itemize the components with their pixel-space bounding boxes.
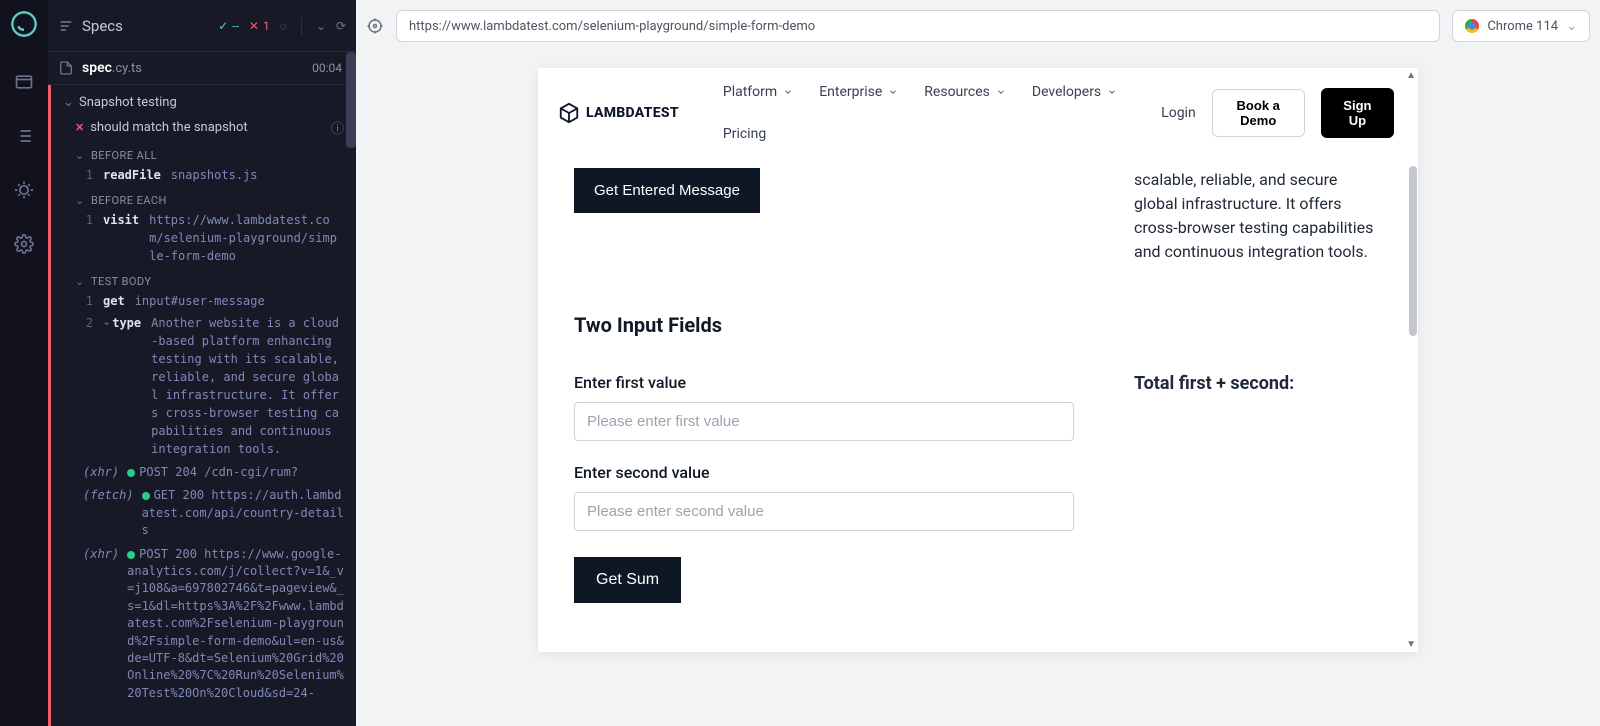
command-row[interactable]: 2 type Another website is a cloud-based … [57,312,350,460]
hook-test-body[interactable]: ⌄ TEST BODY [57,267,350,290]
nav-enterprise[interactable]: Enterprise [819,84,898,100]
chevron-down-icon[interactable]: ⌄ [316,19,326,33]
hook-before-all[interactable]: ⌄ BEFORE ALL [57,141,350,164]
page-right-column: scalable, reliable, and secure global in… [1134,168,1382,603]
fail-count: ✕ 1 [249,19,270,33]
first-value-input[interactable] [574,402,1074,441]
spec-file-row[interactable]: spec.cy.ts 00:04 [48,52,356,85]
xhr-log[interactable]: (fetch) GET 200 https://auth.lambdatest.… [57,483,350,541]
reload-icon[interactable]: ⟳ [336,19,346,33]
reporter-header: Specs ✓ -- ✕ 1 ◌ ⌄ ⟳ [48,0,356,52]
caret-down-icon: ⌄ [75,194,85,207]
caret-down-icon: ⌄ [63,95,73,110]
second-value-label: Enter second value [574,463,1074,482]
nav-developers[interactable]: Developers [1032,84,1117,100]
command-row[interactable]: 1 get input#user-message [57,290,350,312]
window-icon[interactable] [14,72,34,92]
nav-resources[interactable]: Resources [924,84,1006,100]
xhr-log[interactable]: (xhr) POST 204 /cdn-cgi/rum? [57,460,350,483]
nav-right: Login Book a Demo Sign Up [1161,88,1394,138]
chevron-left-icon[interactable] [58,18,74,34]
command-row[interactable]: 1 visit https://www.lambdatest.com/selen… [57,209,350,267]
page-body: Get Entered Message Two Input Fields Ent… [538,150,1418,621]
logo-icon [558,102,580,124]
get-entered-message-button[interactable]: Get Entered Message [574,168,760,213]
page-left-column: Get Entered Message Two Input Fields Ent… [574,168,1074,603]
spec-ext: .cy.ts [112,61,142,76]
fail-icon: ✕ [75,121,84,134]
url-input[interactable]: https://www.lambdatest.com/selenium-play… [396,10,1440,42]
address-bar: https://www.lambdatest.com/selenium-play… [356,0,1600,52]
second-value-input[interactable] [574,492,1074,531]
file-icon [58,60,74,76]
output-paragraph: scalable, reliable, and secure global in… [1134,168,1382,264]
caret-down-icon: ⌄ [75,149,85,162]
chevron-down-icon: ⌄ [1566,19,1577,34]
command-row[interactable]: 1 readFile snapshots.js [57,164,350,186]
xhr-log[interactable]: (xhr) POST 200 https://www.google-analyt… [57,542,350,705]
scrollbar-track[interactable] [1408,86,1418,634]
nav-center: Platform Enterprise Resources Developers… [703,84,1137,142]
pass-count: ✓ -- [218,19,239,33]
signup-button[interactable]: Sign Up [1321,88,1394,138]
two-input-fields-heading: Two Input Fields [574,313,1074,337]
nav-pricing[interactable]: Pricing [723,126,766,142]
spec-duration: 00:04 [312,61,342,75]
bug-icon[interactable] [14,180,34,200]
list-icon[interactable] [14,126,34,146]
login-link[interactable]: Login [1161,105,1196,121]
cypress-icon-rail [0,0,48,726]
chrome-icon [1465,19,1479,33]
scrollbar-thumb[interactable] [1409,166,1417,336]
nav-platform[interactable]: Platform [723,84,793,100]
scroll-up-icon[interactable]: ▲ [1406,70,1416,81]
browser-selector[interactable]: Chrome 114 ⌄ [1452,10,1590,42]
describe-title: Snapshot testing [79,95,177,110]
chevron-down-icon [996,87,1006,97]
test-title: should match the snapshot [90,120,247,135]
chevron-down-icon [888,87,898,97]
scroll-down-icon[interactable]: ▼ [1406,639,1416,650]
get-sum-button[interactable]: Get Sum [574,557,681,603]
test-row[interactable]: ✕ should match the snapshot ⓘ [57,114,350,141]
settings-icon[interactable] [14,234,34,254]
describe-block[interactable]: ⌄ Snapshot testing [57,91,350,114]
aut-viewport: ▲ ▼ LAMBDATEST Platform Ent [356,52,1600,726]
spec-name: spec [82,60,112,76]
caret-down-icon: ⌄ [75,275,85,288]
pending-icon: ◌ [280,19,287,33]
reporter-panel: Specs ✓ -- ✕ 1 ◌ ⌄ ⟳ spec.cy.ts 00:04 ⌄ … [48,0,356,726]
aut-area: https://www.lambdatest.com/selenium-play… [356,0,1600,726]
chevron-down-icon [1107,87,1117,97]
cypress-logo-icon [10,10,38,38]
info-icon[interactable]: ⓘ [331,118,344,137]
lambdatest-logo[interactable]: LAMBDATEST [558,102,679,124]
selector-playground-icon[interactable] [366,17,384,35]
hook-before-each[interactable]: ⌄ BEFORE EACH [57,186,350,209]
book-demo-button[interactable]: Book a Demo [1212,89,1305,137]
specs-label[interactable]: Specs [82,17,210,35]
total-label: Total first + second: [1134,370,1382,397]
aut-iframe: ▲ ▼ LAMBDATEST Platform Ent [538,68,1418,652]
reporter-body: ⌄ Snapshot testing ✕ should match the sn… [48,85,356,726]
first-value-label: Enter first value [574,373,1074,392]
page-root: LAMBDATEST Platform Enterprise Resources… [538,68,1418,652]
chevron-down-icon [783,87,793,97]
site-nav: LAMBDATEST Platform Enterprise Resources… [538,68,1418,150]
